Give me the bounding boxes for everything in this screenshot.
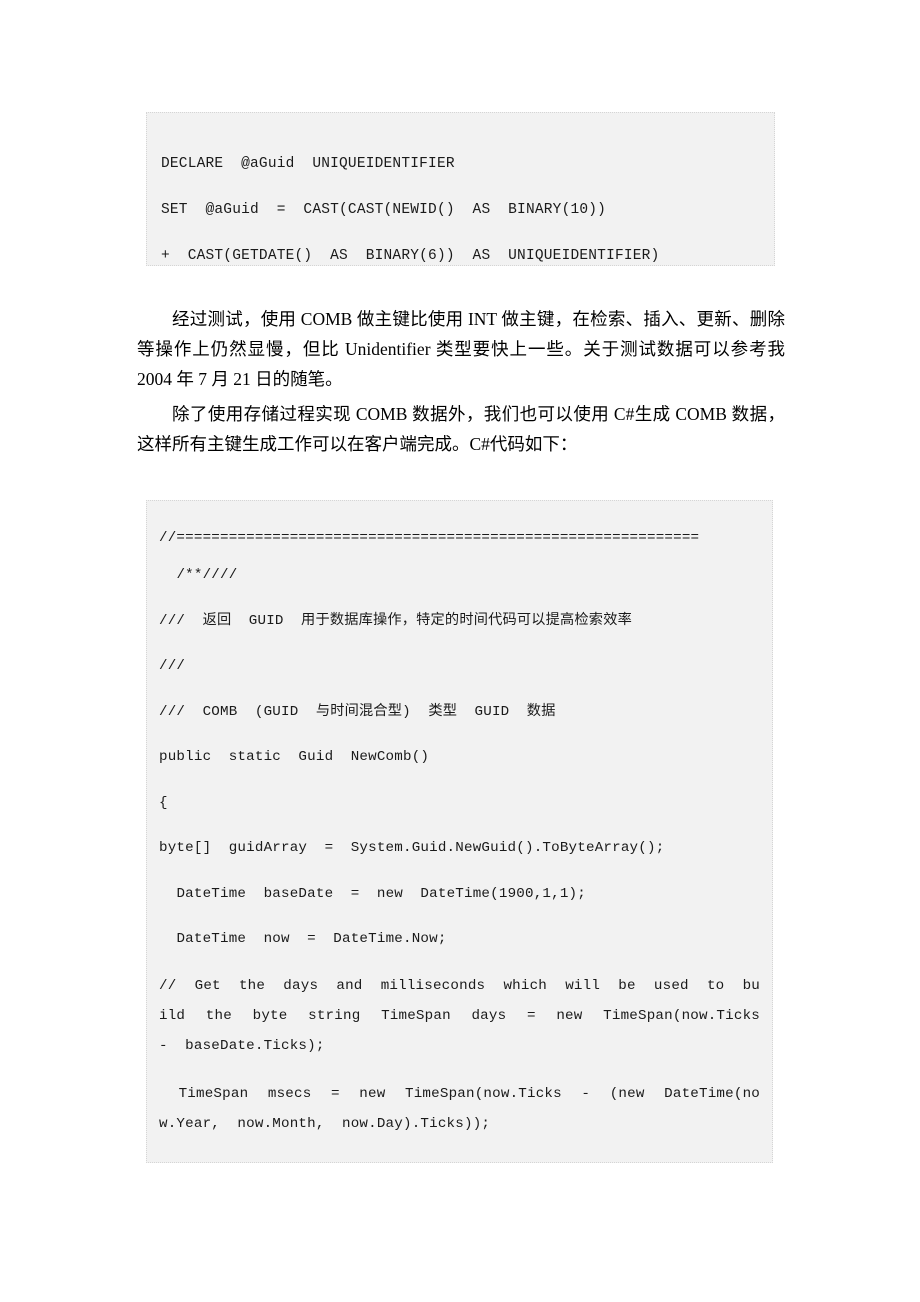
code-line-method-signature: public static Guid NewComb() — [159, 749, 430, 765]
code-line: DECLARE @aGuid UNIQUEIDENTIFIER — [161, 156, 455, 172]
document-page: DECLARE @aGuid UNIQUEIDENTIFIER SET @aGu… — [0, 0, 920, 1302]
code-line: + CAST(GETDATE() AS BINARY(6)) AS UNIQUE… — [161, 248, 660, 264]
paragraph-csharp-intro: 除了使用存储过程实现 COMB 数据外，我们也可以使用 C#生成 COMB 数据… — [137, 403, 785, 454]
code-line-separator-rule: //======================================… — [159, 530, 700, 546]
sql-code-block: DECLARE @aGuid UNIQUEIDENTIFIER SET @aGu… — [146, 112, 775, 266]
csharp-code-block: //======================================… — [146, 500, 773, 1163]
code-line-doc-open: /**//// — [159, 567, 238, 583]
paragraph-test-results: 经过测试，使用 COMB 做主键比使用 INT 做主键，在检索、插入、更新、删除… — [137, 308, 785, 389]
code-line-guid-array: byte[] guidArray = System.Guid.NewGuid()… — [159, 840, 665, 856]
code-line-base-date: DateTime baseDate = new DateTime(1900,1,… — [159, 885, 586, 902]
code-line-open-brace: { — [159, 794, 168, 811]
code-line-days-comment: // Get the days and milliseconds which w… — [159, 977, 778, 1054]
code-line-doc-returns: /// COMB (GUID 与时间混合型) 类型 GUID 数据 — [159, 703, 556, 720]
code-line-msecs: TimeSpan msecs = new TimeSpan(now.Ticks … — [159, 1085, 760, 1132]
code-line-doc-blank: /// — [159, 658, 186, 674]
code-line: SET @aGuid = CAST(CAST(NEWID() AS BINARY… — [161, 202, 607, 218]
code-line-now: DateTime now = DateTime.Now; — [159, 931, 447, 947]
code-line-doc-summary: /// 返回 GUID 用于数据库操作，特定的时间代码可以提高检索效率 — [159, 612, 632, 629]
